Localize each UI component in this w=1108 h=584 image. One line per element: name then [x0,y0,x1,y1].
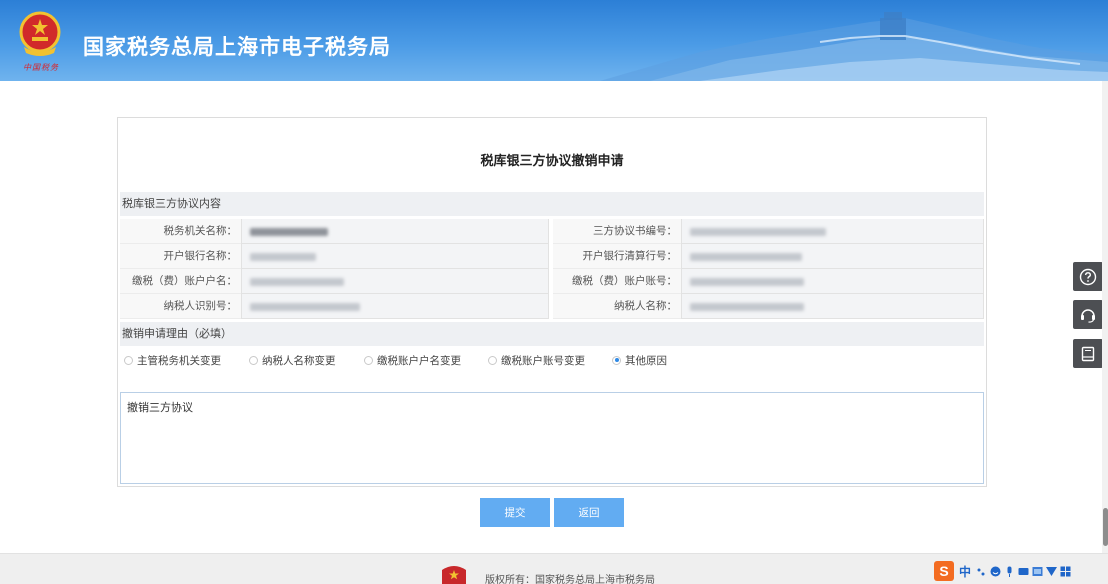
tools-icon[interactable] [1046,566,1058,577]
tax-emblem-icon [19,11,61,56]
reason-option[interactable]: 缴税账户账号变更 [488,353,612,368]
voice-icon[interactable] [1004,566,1015,577]
copyright-text: 版权所有：国家税务总局上海市税务局 [485,575,655,584]
taxpayer-id-label: 纳税人识别号： [120,294,241,319]
bank-code-value [681,244,984,269]
tax-authority-label: 税务机关名称： [120,219,241,244]
reason-label: 主管税务机关变更 [137,354,221,367]
account-number-label: 缴税（费）账户账号： [553,269,681,294]
service-icon [1081,308,1095,323]
submit-button[interactable]: 提交 [480,498,550,527]
footer-emblem-icon [442,566,466,584]
reason-option[interactable]: 其他原因 [612,353,692,368]
punctuation-icon[interactable] [976,566,987,577]
reason-option[interactable]: 缴税账户户名变更 [364,353,488,368]
account-name-label: 缴税（费）账户户名： [120,269,241,294]
revocation-form-card: 税库银三方协议撤销申请 税库银三方协议内容 税务机关名称： 三方协议书编号： 开… [117,117,987,487]
reason-label: 纳税人名称变更 [262,354,336,367]
site-title: 国家税务总局上海市电子税务局 [83,35,391,59]
bank-name-label: 开户银行名称： [120,244,241,269]
radio-button[interactable] [612,355,621,365]
detail-row: 纳税人识别号： 纳税人名称： [120,294,984,319]
agreement-section-header: 税库银三方协议内容 [120,192,984,216]
reason-label: 其他原因 [625,354,667,367]
help-icon [1079,268,1097,285]
detail-row: 税务机关名称： 三方协议书编号： [120,219,984,244]
taxpayer-name-value [681,294,984,319]
radio-button[interactable] [249,355,258,365]
site-header: 中国税务 国家税务总局上海市电子税务局 [0,0,1108,81]
radio-button[interactable] [124,355,133,365]
grid-icon[interactable] [1060,566,1071,577]
skin-icon[interactable] [1032,566,1043,577]
manual-button[interactable] [1073,339,1103,368]
agreement-number-label: 三方协议书编号： [553,219,681,244]
reason-option[interactable]: 主管税务机关变更 [124,353,249,368]
emoji-icon[interactable] [990,566,1001,577]
scrollbar-track[interactable] [1102,81,1108,553]
ime-toolbar: S 中 [934,561,1071,581]
keyboard-icon[interactable] [1018,566,1029,577]
reason-label: 缴税账户户名变更 [377,354,461,367]
radio-button[interactable] [364,355,373,365]
detail-row: 缴税（费）账户户名： 缴税（费）账户账号： [120,269,984,294]
back-button[interactable]: 返回 [554,498,624,527]
reason-textarea[interactable]: 撤销三方协议 [120,392,984,484]
logo-text: 中国税务 [23,63,59,72]
account-number-value [681,269,984,294]
scrollbar-thumb[interactable] [1103,508,1108,546]
radio-button[interactable] [488,355,497,365]
detail-row: 开户银行名称： 开户银行清算行号： [120,244,984,269]
ime-logo[interactable]: S [934,561,954,581]
form-title: 税库银三方协议撤销申请 [480,154,624,169]
reason-label: 缴税账户账号变更 [501,354,585,367]
tax-authority-value [241,219,549,244]
service-button[interactable] [1073,300,1103,329]
reason-option[interactable]: 纳税人名称变更 [249,353,364,368]
agreement-details: 税务机关名称： 三方协议书编号： 开户银行名称： 开户银行清算行号： 缴税（费）… [120,219,984,319]
bank-code-label: 开户银行清算行号： [553,244,681,269]
reason-radio-group: 主管税务机关变更 纳税人名称变更 缴税账户户名变更 缴税账户账号变更 其他原因 [124,350,984,370]
reason-section-header: 撤销申请理由（必填） [120,322,984,346]
ime-mode-toggle[interactable]: 中 [957,563,973,580]
taxpayer-id-value [241,294,549,319]
bank-name-value [241,244,549,269]
taxpayer-name-label: 纳税人名称： [553,294,681,319]
account-name-value [241,269,549,294]
agreement-number-value [681,219,984,244]
help-button[interactable] [1073,262,1103,291]
manual-icon [1081,346,1095,361]
